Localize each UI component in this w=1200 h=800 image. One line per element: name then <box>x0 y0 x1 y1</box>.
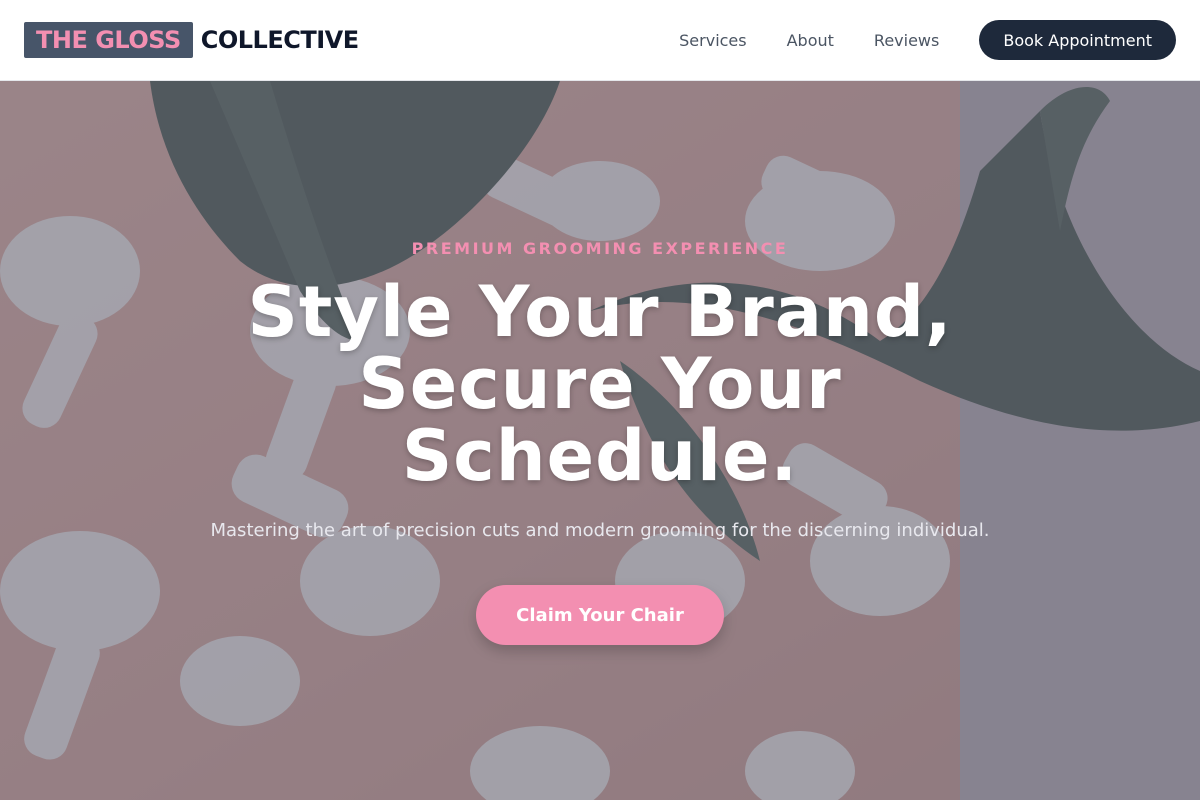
headline-line-1: Style Your Brand, <box>247 271 953 353</box>
book-appointment-button[interactable]: Book Appointment <box>979 20 1176 60</box>
main-nav: Services About Reviews Book Appointment <box>679 20 1176 60</box>
hero-eyebrow: PREMIUM GROOMING EXPERIENCE <box>411 239 789 258</box>
hero-subheading: Mastering the art of precision cuts and … <box>210 520 990 541</box>
brand-logo[interactable]: THE GLOSS COLLECTIVE <box>24 22 359 58</box>
hero-section: PREMIUM GROOMING EXPERIENCE Style Your B… <box>0 81 1200 800</box>
headline-line-2: Secure Your <box>358 343 842 425</box>
hero-headline: Style Your Brand, Secure Your Schedule. <box>200 276 1000 492</box>
nav-about-link[interactable]: About <box>787 31 834 50</box>
headline-line-3: Schedule. <box>401 415 799 497</box>
hero-content: PREMIUM GROOMING EXPERIENCE Style Your B… <box>0 81 1200 800</box>
logo-highlight: THE GLOSS <box>24 22 193 58</box>
site-header: THE GLOSS COLLECTIVE Services About Revi… <box>0 0 1200 81</box>
nav-services-link[interactable]: Services <box>679 31 746 50</box>
nav-reviews-link[interactable]: Reviews <box>874 31 939 50</box>
logo-text: COLLECTIVE <box>200 26 359 54</box>
claim-chair-button[interactable]: Claim Your Chair <box>476 585 724 645</box>
